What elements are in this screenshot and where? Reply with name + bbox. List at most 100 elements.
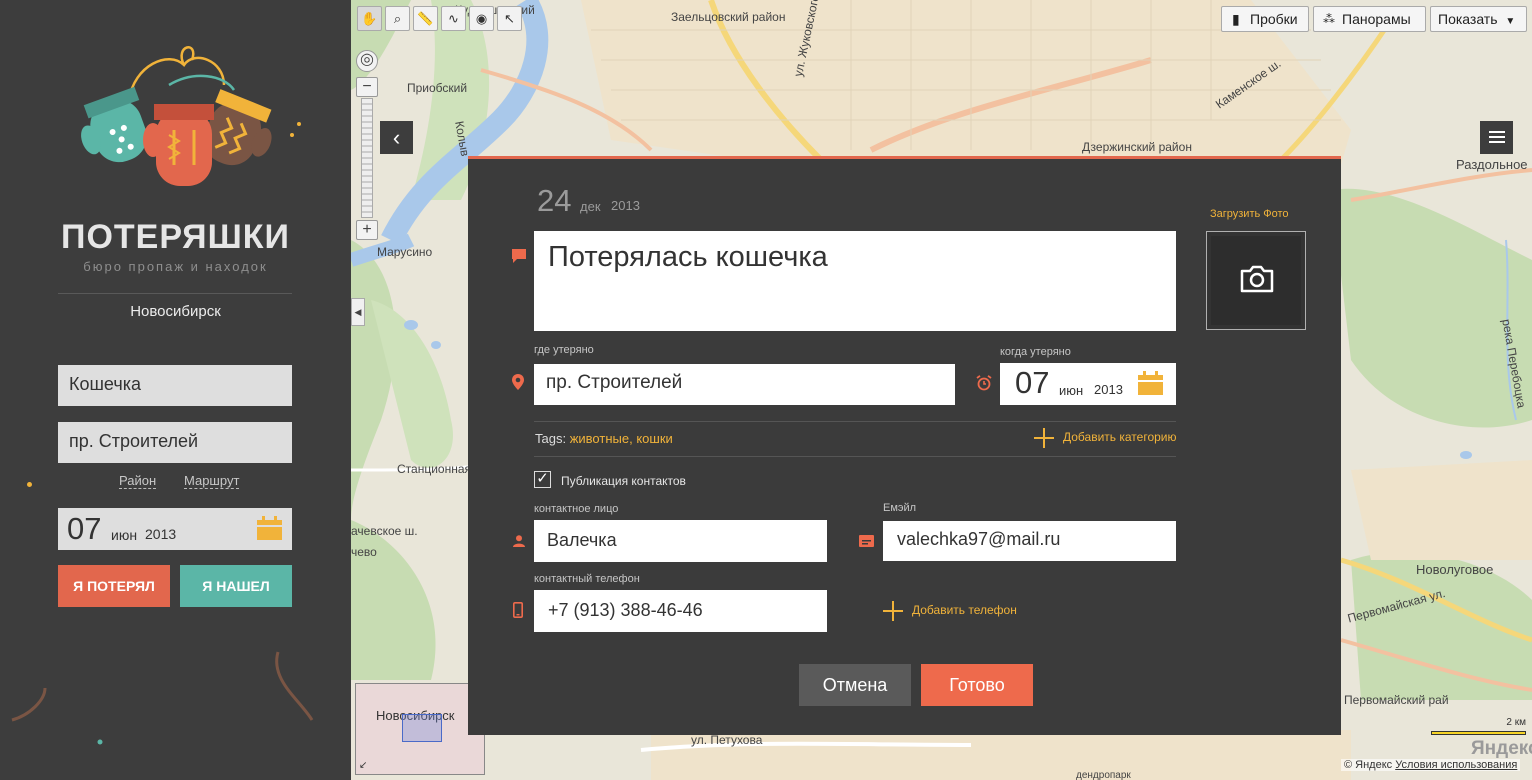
- when-month: июн: [1059, 383, 1084, 398]
- traffic-label: Пробки: [1250, 11, 1298, 27]
- map-label: Станционная: [397, 462, 472, 476]
- camera-icon: [1240, 265, 1274, 293]
- minimap-viewport[interactable]: [402, 714, 442, 742]
- map-label: ачевское ш.: [351, 524, 418, 538]
- add-category-button[interactable]: Добавить категорию: [1034, 428, 1177, 448]
- district-link[interactable]: Район: [119, 473, 157, 489]
- date-year: 2013: [145, 526, 177, 542]
- cancel-button[interactable]: Отмена: [799, 664, 911, 706]
- menu-icon: [1489, 131, 1505, 133]
- map-label: Марусино: [377, 245, 433, 259]
- collapse-sidebar-button[interactable]: ‹: [380, 121, 413, 154]
- brand-subtitle: бюро пропаж и находок: [83, 259, 268, 274]
- add-category-label: Добавить категорию: [1063, 430, 1177, 444]
- map-scale: 2 км: [1431, 717, 1526, 735]
- when-date-input[interactable]: 07 июн 2013: [1000, 363, 1176, 405]
- chevron-down-icon: ▼: [1505, 16, 1516, 27]
- divider: [534, 421, 1176, 422]
- alarm-clock-icon: [976, 375, 992, 391]
- menu-button[interactable]: [1480, 121, 1513, 154]
- zoom-out-button[interactable]: −: [356, 77, 378, 97]
- lost-item-form: 24 дек 2013 Потерялась кошечка Загрузить…: [468, 156, 1341, 735]
- done-button[interactable]: Готово: [921, 664, 1033, 706]
- calendar-icon[interactable]: [1138, 371, 1163, 395]
- add-phone-button[interactable]: Добавить телефон: [883, 601, 1017, 621]
- i-lost-button[interactable]: Я ПОТЕРЯЛ: [58, 565, 170, 607]
- contact-phone-label: контактный телефон: [534, 573, 640, 585]
- map-copyright: © Яндекс Условия использования: [1341, 759, 1521, 771]
- date-picker[interactable]: 07 июн 2013: [58, 508, 292, 550]
- add-phone-label: Добавить телефон: [912, 603, 1017, 617]
- map-label: Раздольное: [1456, 157, 1528, 172]
- tag-separator: ,: [629, 431, 633, 446]
- photo-upload-box[interactable]: [1206, 231, 1306, 330]
- plus-icon: [1034, 428, 1054, 448]
- i-found-button[interactable]: Я НАШЕЛ: [180, 565, 292, 607]
- created-year: 2013: [611, 198, 640, 213]
- scale-bar: [1431, 731, 1526, 735]
- comment-icon: [512, 249, 526, 263]
- contact-person-input[interactable]: Валечка: [534, 520, 827, 562]
- zoom-slider[interactable]: [361, 98, 373, 218]
- copyright-text: © Яндекс: [1344, 759, 1393, 771]
- panorama-label: Панорамы: [1342, 11, 1411, 27]
- tag-link[interactable]: животные: [570, 431, 629, 446]
- chevron-left-icon: ‹: [392, 125, 401, 150]
- map-label: чево: [351, 545, 377, 559]
- map-label: Заельцовский район: [671, 10, 786, 24]
- hand-tool-icon[interactable]: ✋: [357, 6, 382, 31]
- map-label: Приобский: [407, 81, 468, 95]
- calendar-icon[interactable]: [257, 516, 282, 540]
- mobile-phone-icon: [513, 602, 523, 618]
- when-day: 07: [1015, 365, 1050, 400]
- decorative-strings: [11, 651, 314, 745]
- balloon-tool-icon[interactable]: ◉: [469, 6, 494, 31]
- expand-panel-tab[interactable]: ◀: [351, 298, 365, 326]
- phone-input[interactable]: +7 (913) 388-46-46: [534, 590, 827, 632]
- where-input[interactable]: пр. Строителей: [534, 364, 955, 405]
- zoom-control[interactable]: ◎ − +: [356, 50, 378, 245]
- publish-contacts-label: Публикация контактов: [561, 474, 686, 488]
- ruler-tool-icon[interactable]: 📏: [413, 6, 438, 31]
- locate-icon[interactable]: ◎: [356, 50, 378, 72]
- decorative-dot: [27, 482, 32, 487]
- traffic-button[interactable]: ▮ Пробки: [1221, 6, 1309, 32]
- upload-photo-label[interactable]: Загрузить Фото: [1210, 208, 1289, 220]
- resize-icon[interactable]: ↙: [359, 760, 367, 771]
- panorama-icon: ⁂: [1323, 12, 1335, 26]
- publish-contacts-checkbox[interactable]: ✓: [534, 471, 551, 488]
- mittens-logo: [81, 46, 272, 186]
- date-month: июн: [111, 527, 138, 543]
- city-selector[interactable]: Новосибирск: [0, 303, 351, 320]
- decorative-dot: [290, 133, 294, 137]
- select-tool-icon[interactable]: ↖: [497, 6, 522, 31]
- search-what-input[interactable]: Кошечка: [58, 365, 292, 406]
- when-year: 2013: [1094, 382, 1123, 397]
- zoom-in-button[interactable]: +: [356, 220, 378, 240]
- date-day: 07: [67, 511, 102, 546]
- map-label: ул. Петухова: [691, 733, 763, 747]
- created-month: дек: [580, 199, 601, 214]
- magnifier-tool-icon[interactable]: ⌕: [385, 6, 410, 31]
- panorama-button[interactable]: ⁂ Панорамы: [1313, 6, 1426, 32]
- traffic-light-icon: ▮: [1232, 11, 1240, 27]
- where-label: где утеряно: [534, 344, 594, 356]
- search-where-input[interactable]: пр. Строителей: [58, 422, 292, 463]
- tag-link[interactable]: кошки: [636, 431, 672, 446]
- brand-title: ПОТЕРЯШКИ: [61, 218, 290, 256]
- email-input[interactable]: valechka97@mail.ru: [883, 521, 1176, 561]
- route-tool-icon[interactable]: ∿: [441, 6, 466, 31]
- created-day: 24: [537, 183, 572, 218]
- menu-icon-line: [1489, 141, 1505, 143]
- terms-link[interactable]: Условия использования: [1395, 759, 1517, 771]
- contact-person-label: контактное лицо: [534, 503, 619, 515]
- decorative-dot: [297, 122, 301, 126]
- tags-row: Tags: животные, кошки: [535, 431, 673, 446]
- map-label: дендропарк: [1076, 770, 1131, 780]
- tags-label: Tags:: [535, 431, 567, 446]
- map-label: Дзержинский район: [1082, 140, 1192, 154]
- route-link[interactable]: Маршрут: [184, 473, 240, 489]
- show-layers-button[interactable]: Показать ▼: [1430, 6, 1527, 32]
- title-input[interactable]: Потерялась кошечка: [534, 231, 1176, 331]
- minimap[interactable]: Новосибирск ↙: [355, 683, 485, 775]
